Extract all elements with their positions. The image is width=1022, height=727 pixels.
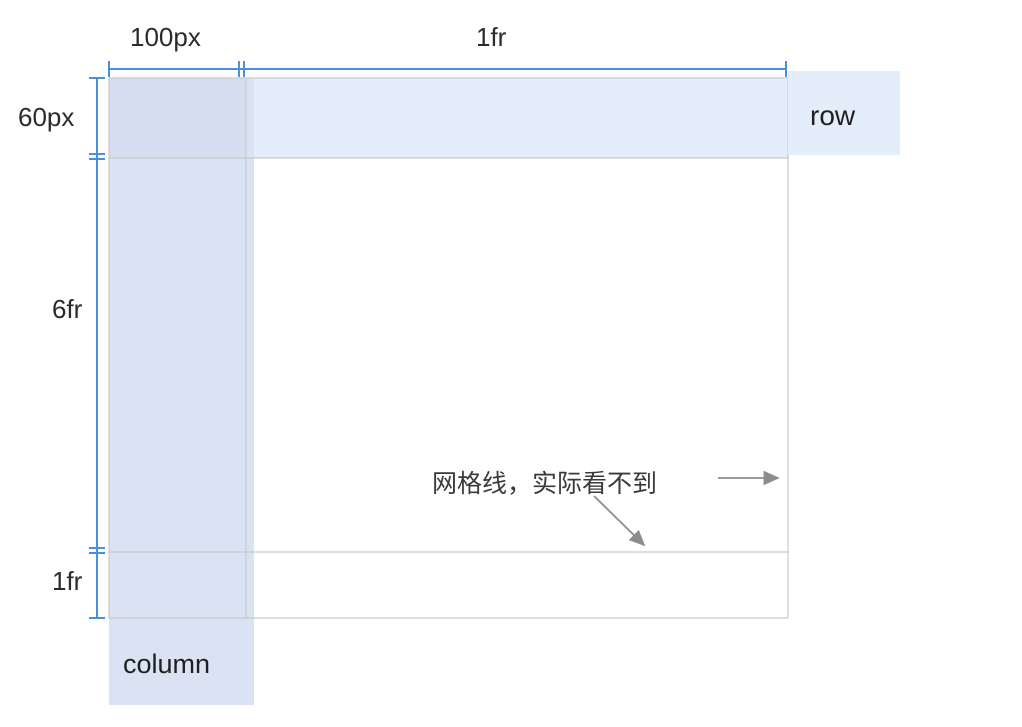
grid-line-annotation: 网格线，实际看不到 [432,469,658,498]
row-tag: row [788,71,900,155]
column-1-size-label: 100px [130,22,201,52]
annotation-arrow-down [593,495,646,547]
intersection-cell [109,78,246,158]
row-2-size-label: 6fr [52,294,83,324]
row-dimension-line [89,77,105,619]
column-highlight-band [109,78,254,619]
row-tag-label: row [810,100,856,131]
grid-diagram: 100px 1fr 60px 6fr 1fr row column 网格线，实际… [0,0,1022,727]
row-1-size-label: 60px [18,102,75,132]
column-dimension-line [108,61,787,77]
row-3-size-label: 1fr [52,566,83,596]
column-tag-label: column [123,649,211,679]
column-2-size-label: 1fr [476,22,507,52]
column-tag: column [109,619,254,705]
